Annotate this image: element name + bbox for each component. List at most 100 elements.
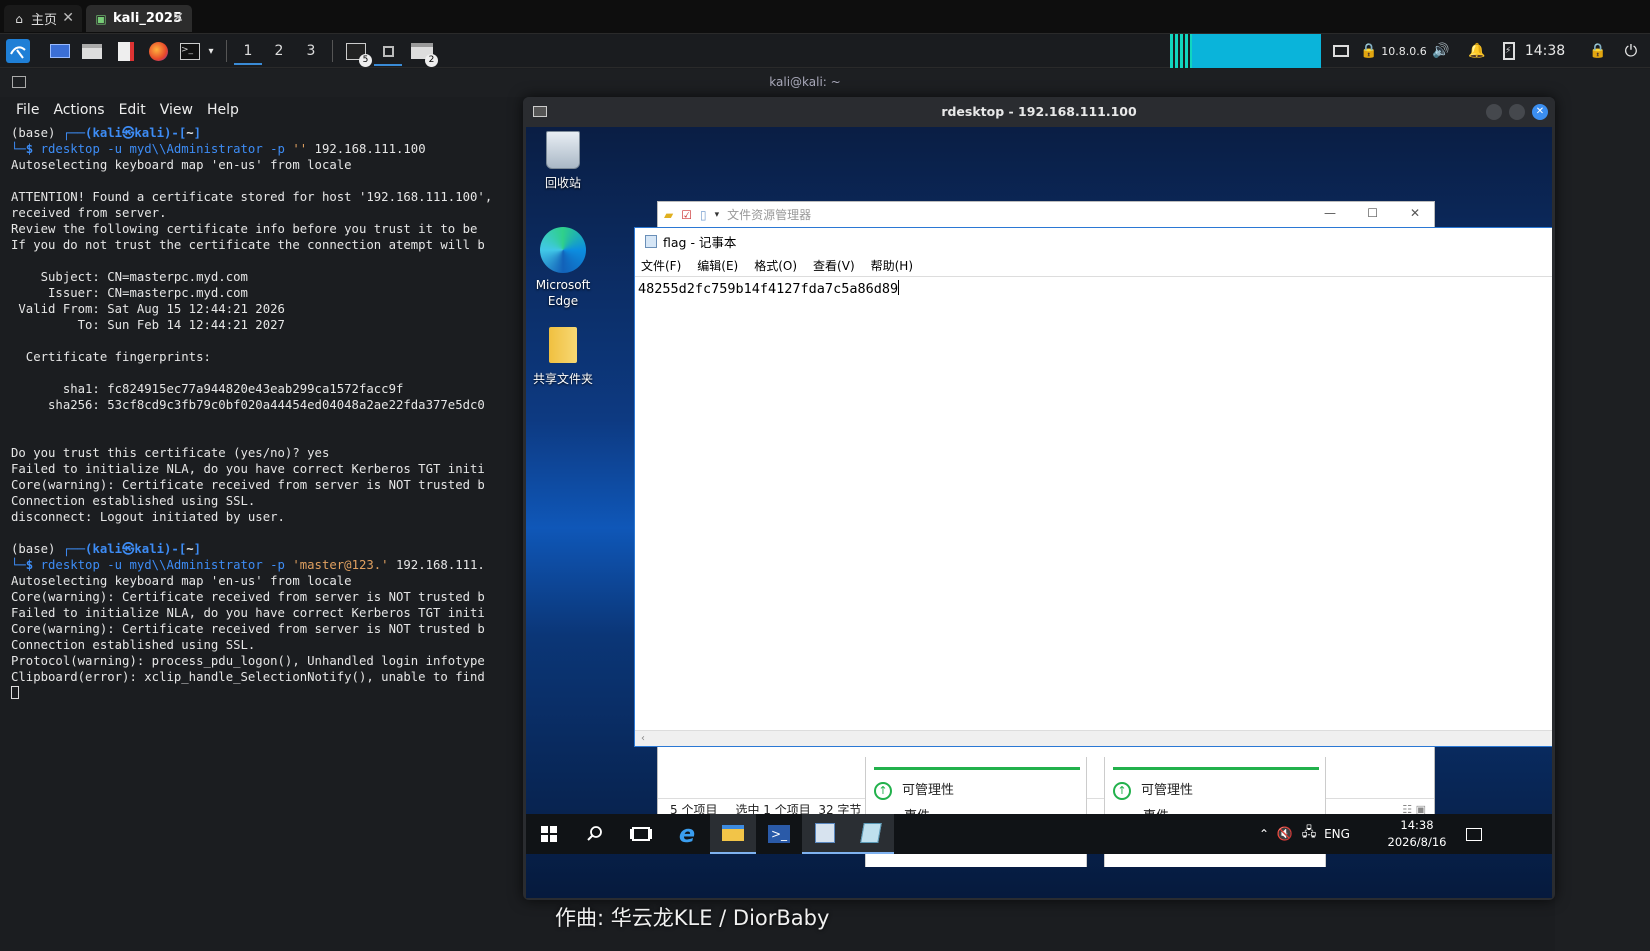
display-icon[interactable] [1330,39,1352,63]
window-count-badge: 5 [359,54,372,67]
menu-edit[interactable]: Edit [119,102,146,118]
menu-help[interactable]: Help [207,102,239,118]
properties-icon[interactable]: ☑ [681,208,692,222]
search-icon[interactable] [572,814,618,854]
start-button[interactable] [526,814,572,854]
menu-help[interactable]: 帮助(H) [871,257,913,274]
firefox-icon[interactable] [146,39,170,63]
menu-file[interactable]: 文件(F) [641,257,681,274]
tile-row-manageability[interactable]: ↑ 可管理性 [874,779,954,800]
menu-edit[interactable]: 编辑(E) [697,257,738,274]
menu-view[interactable]: View [160,102,193,118]
shared-folder[interactable]: 共享文件夹 [526,327,600,387]
recycle-bin-label: 回收站 [544,176,581,190]
network-icon[interactable]: 🖧 [1298,814,1320,854]
show-desktop-icon[interactable] [48,39,72,63]
folder-icon: ▰ [664,207,674,222]
minimize-button[interactable]: — [1324,206,1336,220]
file-manager-icon[interactable] [80,39,104,63]
status-ok-icon: ↑ [1113,782,1131,800]
microsoft-edge[interactable]: Microsoft Edge [526,227,600,309]
vm-window-button[interactable] [374,39,402,66]
input-language[interactable]: ENG [1322,814,1352,854]
lock-screen-icon[interactable]: 🔒 [1588,39,1608,63]
text-caret [898,280,900,295]
vpn-lock-icon[interactable]: 🔒 [1360,39,1378,63]
ip-address: 10.8.0.6 [1381,44,1427,58]
task-view-icon[interactable] [618,814,664,854]
edge-icon [540,227,586,273]
terminal-menubar: File Actions Edit View Help [0,97,520,123]
output-line: Core(warning): Certificate received from… [11,590,485,604]
workspace-2[interactable]: 2 [265,39,293,65]
menu-file[interactable]: File [16,102,39,118]
output-line: Failed to initialize NLA, do you have co… [11,606,485,620]
kali-menu-icon[interactable] [6,39,30,63]
close-icon[interactable]: ✕ [172,10,184,26]
chevron-up-icon[interactable]: ⌃ [1254,814,1274,854]
output-line: Certificate fingerprints: [11,350,211,364]
menu-format[interactable]: 格式(O) [754,257,797,274]
chevron-down-icon[interactable]: ▾ [715,210,720,220]
taskbar-clock[interactable]: 14:38 2026/8/16 [1384,817,1450,851]
menu-actions[interactable]: Actions [53,102,104,118]
tab-strip: ⌂ 主页 ✕ ▣ kali_2025 ✕ [0,0,1650,34]
tile-row-manageability[interactable]: ↑ 可管理性 [1113,779,1193,800]
notepad-editor[interactable]: 48255d2fc759b14f4127fda7c5a86d89 [638,280,900,297]
tab-home[interactable]: ⌂ 主页 ✕ [4,5,82,32]
windows-desktop: 回收站 Microsoft Edge 共享文件夹 ▰ ☑ ▯ ▾ 文件资源管理器… [526,127,1552,898]
notification-bell-icon[interactable]: 🔔 [1466,39,1488,63]
explorer-taskbar-icon[interactable] [710,814,756,854]
close-icon[interactable]: ✕ [62,10,74,26]
server-manager-icon[interactable] [802,814,848,854]
logout-icon[interactable]: ⏻ [1620,39,1642,63]
action-center-icon[interactable] [1458,814,1490,854]
new-folder-icon[interactable]: ▯ [700,208,707,222]
terminal-output[interactable]: (base) ┌──(kali㉿kali)-[~] └─$ rdesktop -u… [11,125,521,905]
close-button[interactable]: ✕ [1532,104,1548,120]
workspace-1[interactable]: 1 [234,39,262,65]
terminal-icon[interactable]: >_ [178,39,202,63]
edge-label: Microsoft Edge [535,278,591,308]
maximize-button[interactable] [1509,104,1525,120]
terminal-window-button[interactable]: 5 [342,39,372,67]
notepad-taskbar-icon[interactable] [848,814,894,854]
command-line: └─$ rdesktop -u myd\\Administrator -p ''… [11,142,426,156]
prompt-line: (base) ┌──(kali㉿kali)-[~] [11,126,202,140]
files-window-button[interactable]: 2 [408,39,438,67]
text-editor-icon[interactable] [114,39,138,63]
minimize-button[interactable] [1486,104,1502,120]
workspace-3[interactable]: 3 [297,39,325,65]
status-bar [874,767,1080,770]
windows-taskbar: e >_ ⌃ 🔇 🖧 ENG 14:38 2026/8/16 [526,814,1552,854]
close-button[interactable]: ✕ [1410,206,1420,220]
chevron-down-icon[interactable]: ▾ [204,39,218,63]
output-block-1: Autoselecting keyboard map 'en-us' from … [11,157,521,541]
terminal-cursor [11,686,19,699]
volume-icon[interactable]: 🔊 [1430,39,1452,63]
menu-view[interactable]: 查看(V) [813,257,855,274]
output-line: Connection established using SSL. [11,638,256,652]
internet-explorer-icon[interactable]: e [664,814,710,854]
horizontal-scrollbar[interactable]: ‹ [635,730,1552,746]
output-line: disconnect: Logout initiated by user. [11,510,285,524]
window-count-badge: 2 [425,54,438,67]
powershell-icon[interactable]: >_ [756,814,802,854]
output-line: Autoselecting keyboard map 'en-us' from … [11,158,352,172]
video-caption: 作曲: 华云龙KLE / DiorBaby [555,906,830,930]
notepad-title: flag - 记事本 [663,235,737,250]
cpu-graph [1192,34,1321,68]
recycle-bin[interactable]: 回收站 [526,131,600,191]
output-line: Valid From: Sat Aug 15 12:44:21 2026 [11,302,285,316]
output-line: Review the following certificate info be… [11,222,478,236]
battery-charging-icon[interactable]: ⚡ [1500,39,1518,63]
tab-home-label: 主页 [31,13,58,28]
explorer-titlebar: ▰ ☑ ▯ ▾ 文件资源管理器 — ☐ ✕ [658,202,1434,228]
volume-muted-icon[interactable]: 🔇 [1274,814,1296,854]
tab-kali[interactable]: ▣ kali_2025 ✕ [86,5,192,32]
maximize-button[interactable]: ☐ [1367,206,1378,220]
